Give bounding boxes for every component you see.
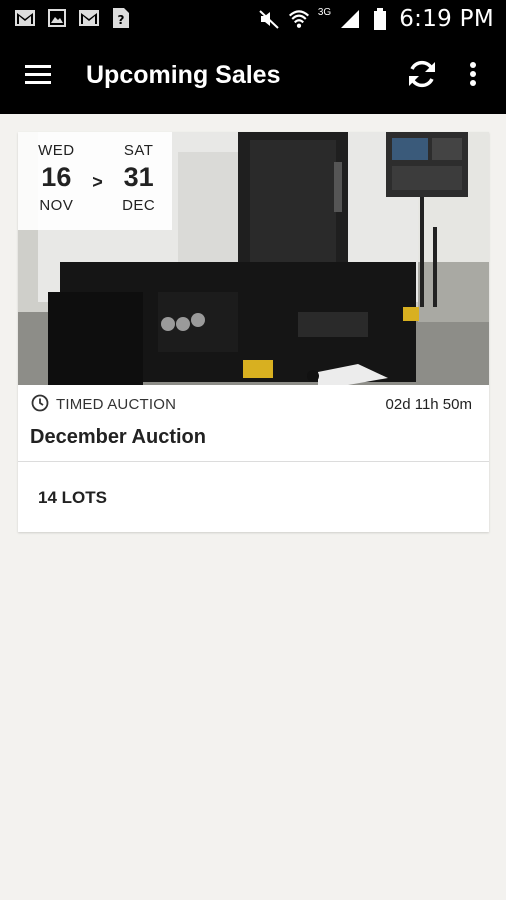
notification-icons: ? [14, 7, 132, 29]
sale-image: WED 16 NOV > SAT 31 DEC [18, 132, 489, 385]
refresh-button[interactable] [402, 56, 442, 96]
start-weekday: WED [38, 142, 75, 159]
end-date: SAT 31 DEC [105, 132, 172, 230]
wifi-icon [288, 8, 310, 30]
status-bar: ? 3G 6:19 PM [0, 0, 506, 38]
start-date: WED 16 NOV [23, 132, 90, 230]
start-month: NOV [39, 197, 74, 214]
gmail-icon [78, 7, 100, 29]
gmail-icon [14, 7, 36, 29]
clock-time: 6:19 PM [399, 6, 494, 32]
battery-icon [369, 8, 391, 30]
clock-icon [31, 394, 49, 412]
more-vert-icon [469, 61, 477, 92]
start-day-number: 16 [41, 162, 72, 192]
menu-button[interactable] [22, 60, 54, 92]
sale-name[interactable]: December Auction [30, 426, 206, 449]
lots-button[interactable]: 14 LOTS [18, 462, 489, 532]
svg-text:?: ? [118, 13, 125, 27]
app-bar: Upcoming Sales [0, 38, 506, 114]
overflow-menu-button[interactable] [460, 58, 486, 94]
sale-card[interactable]: WED 16 NOV > SAT 31 DEC TIMED AUCTION 02… [18, 132, 489, 532]
sale-dates: WED 16 NOV > SAT 31 DEC [18, 132, 172, 230]
end-day-number: 31 [123, 162, 154, 192]
system-icons: 3G 6:19 PM [258, 4, 494, 34]
date-separator: > [92, 172, 103, 192]
gallery-icon [46, 7, 68, 29]
sale-meta: TIMED AUCTION 02d 11h 50m December Aucti… [18, 385, 489, 462]
sale-type: TIMED AUCTION [56, 396, 177, 413]
page-title: Upcoming Sales [86, 61, 281, 89]
refresh-icon [405, 57, 439, 96]
lots-count: 14 LOTS [38, 488, 107, 507]
unknown-file-icon: ? [110, 7, 132, 29]
end-weekday: SAT [123, 142, 154, 159]
menu-icon [24, 63, 52, 90]
mute-icon [258, 8, 280, 30]
network-type: 3G [317, 6, 332, 18]
signal-icon [339, 8, 361, 30]
sale-countdown: 02d 11h 50m [385, 396, 472, 413]
end-month: DEC [122, 197, 156, 214]
